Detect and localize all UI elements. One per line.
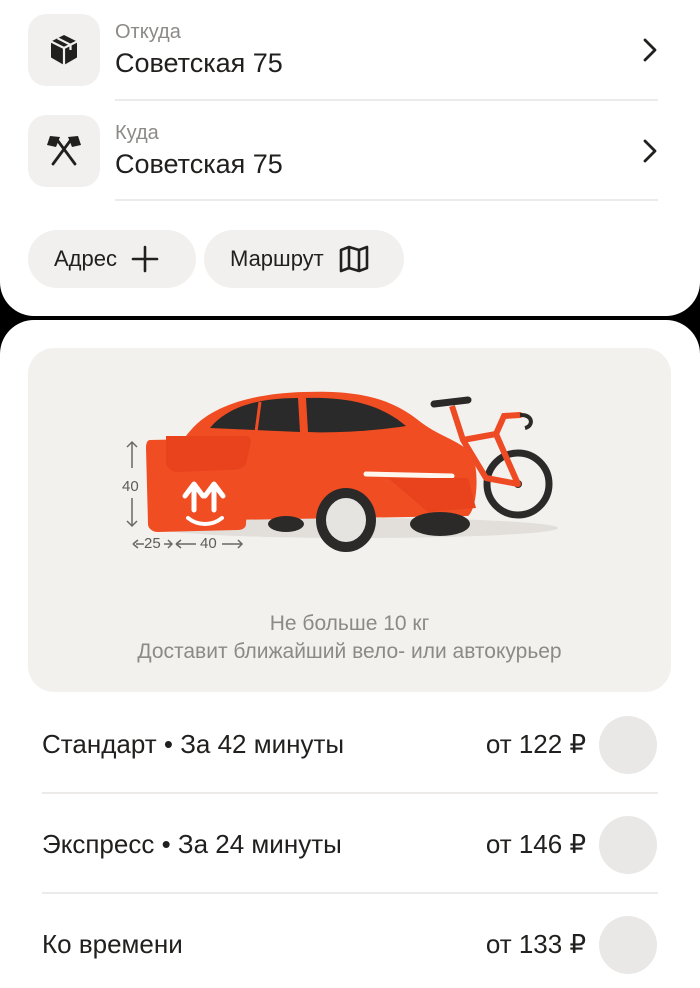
crossed-flags-icon bbox=[28, 115, 100, 187]
route-label: Маршрут bbox=[230, 246, 324, 271]
tariff-name: Ко времени bbox=[42, 929, 183, 959]
add-address-label: Адрес bbox=[54, 246, 117, 271]
delivery-promo-banner: 40 25 40 Не больше 10 кг Доставит ближай… bbox=[28, 348, 671, 692]
chevron-right-icon bbox=[643, 38, 657, 62]
bag-height-label: 40 bbox=[122, 478, 139, 495]
map-icon bbox=[339, 245, 369, 273]
route-card: Откуда Советская 75 Куда Советская 75 Ад… bbox=[0, 0, 700, 316]
tariff-price: от 146 ₽ bbox=[485, 829, 586, 859]
to-label: Куда bbox=[115, 122, 159, 144]
to-address-row[interactable]: Куда Советская 75 bbox=[0, 101, 700, 201]
tariff-price: от 122 ₽ bbox=[485, 729, 586, 759]
from-address-row[interactable]: Откуда Советская 75 bbox=[0, 0, 700, 100]
box-icon bbox=[28, 14, 100, 86]
courier-description-text: Доставит ближайший вело- или автокурьер bbox=[137, 640, 562, 663]
divider bbox=[115, 199, 658, 201]
tariff-name: Экспресс • За 24 минуты bbox=[42, 829, 342, 859]
chevron-right-icon bbox=[643, 139, 657, 163]
from-value: Советская 75 bbox=[115, 48, 283, 78]
tariff-radio[interactable] bbox=[599, 816, 657, 874]
plus-icon bbox=[131, 245, 159, 273]
from-label: Откуда bbox=[115, 21, 181, 43]
tariff-name: Стандарт • За 42 минуты bbox=[42, 729, 345, 759]
show-route-button[interactable]: Маршрут bbox=[204, 230, 404, 288]
bag-width-label: 40 bbox=[200, 535, 217, 552]
tariff-radio[interactable] bbox=[599, 916, 657, 974]
tariff-price: от 133 ₽ bbox=[485, 929, 586, 959]
tariff-option-express[interactable]: Экспресс • За 24 минуты от 146 ₽ bbox=[0, 794, 700, 894]
bag-depth-label: 25 bbox=[144, 535, 161, 552]
to-value: Советская 75 bbox=[115, 149, 283, 179]
courier-illustration bbox=[126, 391, 558, 552]
weight-limit-text: Не больше 10 кг bbox=[269, 612, 430, 635]
tariff-radio[interactable] bbox=[599, 716, 657, 774]
tariff-option-scheduled[interactable]: Ко времени от 133 ₽ bbox=[0, 894, 700, 988]
delivery-bag-image bbox=[146, 436, 251, 532]
tariff-card: 40 25 40 Не больше 10 кг Доставит ближай… bbox=[0, 320, 700, 988]
add-address-button[interactable]: Адрес bbox=[28, 230, 196, 288]
tariff-option-standard[interactable]: Стандарт • За 42 минуты от 122 ₽ bbox=[0, 694, 700, 794]
